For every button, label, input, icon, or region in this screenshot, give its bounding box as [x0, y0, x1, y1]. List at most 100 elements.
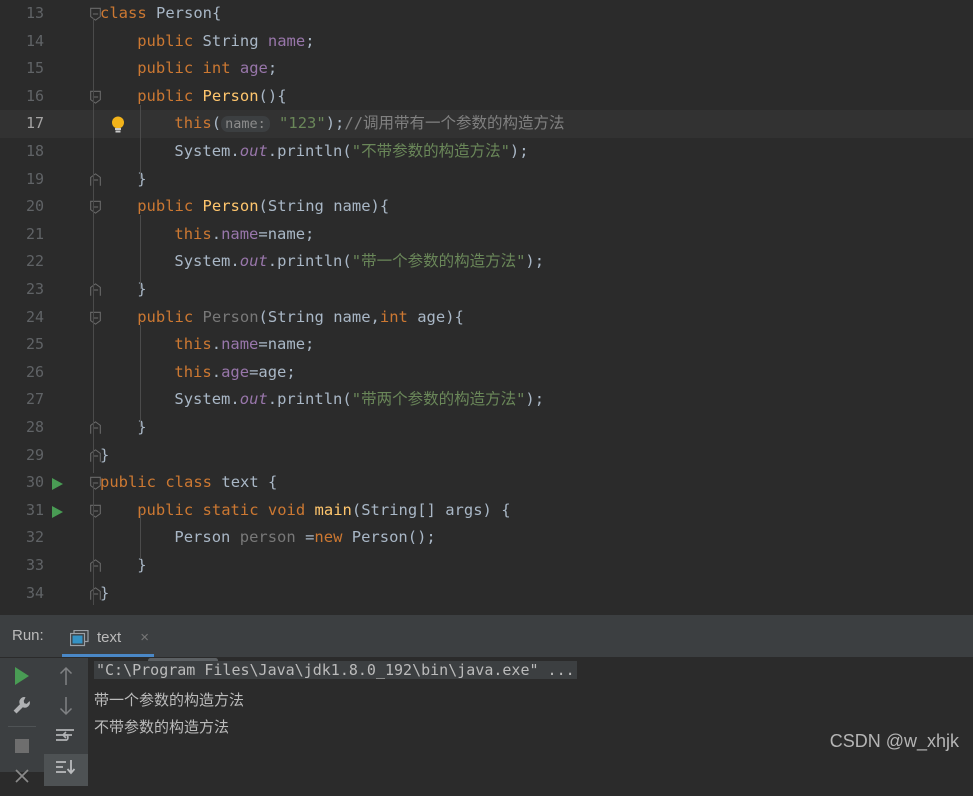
arrow-up-icon [59, 666, 73, 685]
code-editor[interactable]: 13 class Person{14 public String name; 15 pu… [0, 0, 973, 615]
fold-end-icon[interactable] [89, 421, 102, 435]
code-token: person [239, 528, 296, 547]
code-token: public [100, 473, 156, 492]
code-line[interactable]: 19} [0, 166, 973, 194]
code-line[interactable]: 24 public Person(String name,int age){ [0, 304, 973, 332]
code-token: public [137, 500, 194, 519]
code-text: public Person(String name){ [137, 193, 389, 221]
soft-wrap-icon [56, 729, 74, 741]
run-tool-header: Run: text × [0, 619, 973, 657]
fold-marker[interactable] [86, 304, 104, 332]
run-tab-text[interactable]: text × [62, 622, 154, 655]
code-line[interactable]: 22 System.out.println("带一个参数的构造方法"); [0, 248, 973, 276]
line-number: 34 [25, 583, 44, 602]
code-line[interactable]: 18 System.out.println("不带参数的构造方法"); [0, 138, 973, 166]
next-occurrence-button[interactable] [44, 690, 88, 722]
run-gutter-icon[interactable] [48, 469, 70, 497]
code-line[interactable]: 28} [0, 414, 973, 442]
fold-marker[interactable] [86, 497, 104, 525]
code-token: ( [258, 197, 268, 216]
run-tab-label: text [97, 629, 122, 646]
line-number: 23 [25, 280, 44, 298]
fold-marker[interactable] [86, 83, 104, 111]
rerun-button[interactable] [0, 660, 44, 692]
code-line[interactable]: 15 public int age; [0, 55, 973, 83]
edit-configurations-button[interactable] [0, 690, 44, 722]
code-token: out [239, 142, 268, 160]
stop-button[interactable] [0, 730, 44, 762]
code-text: } [137, 414, 146, 442]
code-token: String [361, 500, 418, 519]
line-number: 26 [25, 362, 44, 381]
close-icon[interactable]: × [140, 629, 149, 646]
code-line[interactable]: 26 this.age=age; [0, 359, 973, 387]
code-token: public [137, 307, 194, 326]
code-token: } [100, 445, 110, 464]
code-token: System [174, 390, 231, 409]
code-token: = [295, 528, 315, 547]
close-icon [15, 769, 29, 783]
indent-guide-ctor2 [140, 215, 141, 289]
fold-marker[interactable] [86, 276, 104, 304]
code-token: =name; [258, 335, 315, 354]
fold-end-icon[interactable] [89, 559, 102, 573]
code-token: age){ [407, 307, 464, 326]
fold-marker[interactable] [86, 193, 104, 221]
fold-collapse-icon[interactable] [89, 504, 102, 518]
code-token: age [221, 362, 250, 381]
line-number: 24 [25, 307, 44, 326]
code-line[interactable]: 27 System.out.println("带两个参数的构造方法"); [0, 386, 973, 414]
fold-collapse-icon[interactable] [89, 90, 102, 104]
code-line[interactable]: 30 public class text { [0, 469, 973, 497]
fold-marker[interactable] [86, 414, 104, 442]
fold-end-icon[interactable] [89, 283, 102, 297]
code-line[interactable]: 23} [0, 276, 973, 304]
code-line[interactable]: 25 this.name=name; [0, 331, 973, 359]
scroll-to-end-button[interactable] [44, 754, 88, 786]
fold-guide-class-person [93, 18, 94, 473]
code-line[interactable]: 16 public Person(){ [0, 83, 973, 111]
line-number: 32 [25, 528, 44, 547]
fold-marker[interactable] [86, 166, 104, 194]
fold-marker[interactable] [86, 552, 104, 580]
code-line[interactable]: 32 Person person =new Person(); [0, 524, 973, 552]
console-output[interactable]: "C:\Program Files\Java\jdk1.8.0_192\bin\… [88, 658, 973, 772]
line-number: 15 [25, 59, 44, 78]
intention-bulb-icon[interactable] [110, 110, 132, 138]
code-token: Person [202, 86, 259, 105]
line-number: 17 [25, 114, 44, 133]
code-text: public int age; [137, 55, 277, 83]
code-line[interactable]: 17 this(name: "123");//调用带有一个参数的构造方法 [0, 110, 973, 138]
fold-end-icon[interactable] [89, 172, 102, 187]
code-line[interactable]: 14 public String name; [0, 28, 973, 56]
code-line[interactable]: 34} [0, 580, 973, 608]
code-token: static [202, 500, 259, 519]
code-token: "带两个参数的构造方法" [351, 390, 526, 409]
fold-collapse-icon[interactable] [89, 311, 102, 325]
code-line[interactable]: 31 public static void main(String[] args)… [0, 497, 973, 525]
soft-wrap-button[interactable] [44, 722, 88, 754]
code-line[interactable]: 20 public Person(String name){ [0, 193, 973, 221]
code-line[interactable]: 29} [0, 442, 973, 470]
code-token: ( [211, 114, 222, 133]
previous-occurrence-button[interactable] [44, 660, 88, 692]
ide-window: 13 class Person{14 public String name; 15 pu… [0, 0, 973, 786]
code-token: . [211, 224, 222, 243]
run-gutter-icon[interactable] [48, 497, 70, 525]
code-token: name, [323, 307, 380, 326]
code-text: public static void main(String[] args) { [137, 497, 510, 525]
code-line[interactable]: 33} [0, 552, 973, 580]
close-console-button[interactable] [0, 764, 44, 796]
fold-collapse-icon[interactable] [89, 200, 102, 214]
code-line[interactable]: 21 this.name=name; [0, 221, 973, 249]
line-number: 21 [25, 224, 44, 243]
code-line[interactable]: 13 class Person{ [0, 0, 973, 28]
